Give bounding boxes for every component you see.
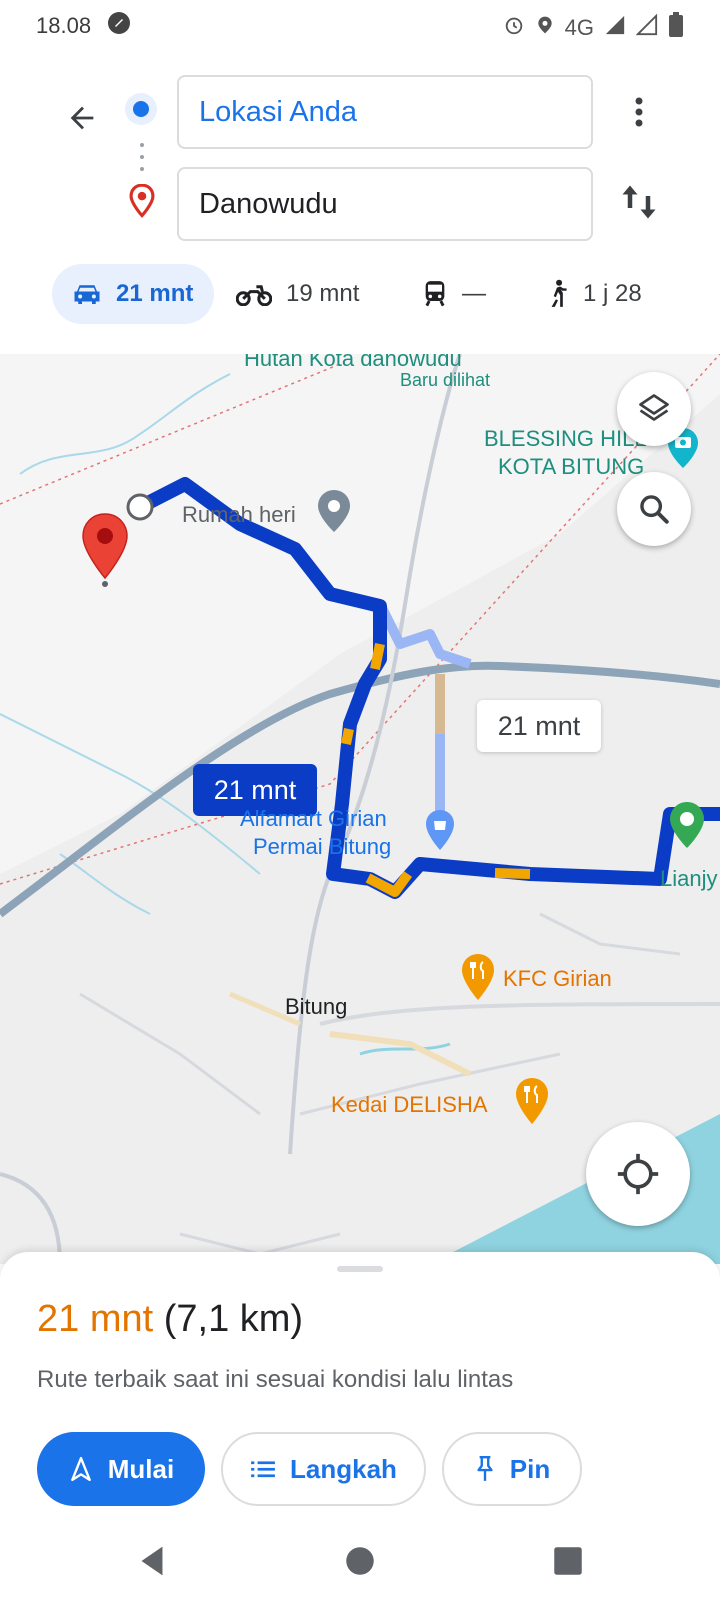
- map-label-bitung[interactable]: Bitung: [285, 994, 347, 1020]
- navigation-arrow-icon: [70, 1456, 91, 1482]
- status-bar: 18.08 4G: [0, 0, 720, 52]
- map-label-kedai[interactable]: Kedai DELISHA: [331, 1092, 488, 1118]
- shopping-poi-icon[interactable]: [424, 808, 456, 859]
- train-icon: [425, 281, 445, 307]
- mode-walk-label: 1 j 28: [583, 280, 642, 307]
- my-location-icon: [617, 1153, 659, 1195]
- start-button-label: Mulai: [107, 1453, 175, 1484]
- pin-button[interactable]: Pin: [442, 1432, 582, 1506]
- mode-motorcycle[interactable]: 19 mnt: [236, 264, 359, 324]
- map-label-baru: Baru dilihat: [400, 370, 491, 390]
- map-label-blessing-1[interactable]: BLESSING HILL: [484, 426, 647, 452]
- route-summary-sheet[interactable]: 21 mnt (7,1 km) Rute terbaik saat ini se…: [0, 1252, 720, 1522]
- app-notification-icon: [107, 11, 131, 41]
- restaurant-poi-icon-kedai[interactable]: [514, 1076, 550, 1133]
- directions-header: Lokasi Anda Danowudu 21 mnt 19 mnt — 1 j…: [0, 52, 720, 354]
- steps-button-label: Langkah: [290, 1453, 397, 1484]
- route-distance: (7,1 km): [163, 1298, 304, 1340]
- location-icon: [535, 14, 555, 42]
- origin-dot-icon: [124, 92, 158, 131]
- restaurant-poi-icon-kfc[interactable]: [460, 952, 496, 1009]
- nav-recents-button[interactable]: [543, 1536, 593, 1586]
- destination-pin-icon: [127, 183, 157, 223]
- pin-button-label: Pin: [509, 1453, 551, 1484]
- map-label-rumah[interactable]: Rumah heri: [182, 502, 296, 528]
- route-summary: 21 mnt (7,1 km): [37, 1298, 303, 1341]
- route-description: Rute terbaik saat ini sesuai kondisi lal…: [37, 1366, 514, 1393]
- steps-button[interactable]: Langkah: [221, 1432, 426, 1506]
- system-nav-bar: [0, 1522, 720, 1600]
- route-connector-dots: [139, 142, 145, 177]
- back-button[interactable]: [56, 92, 108, 144]
- start-button[interactable]: Mulai: [37, 1432, 205, 1506]
- travel-mode-bar: 21 mnt 19 mnt — 1 j 28: [0, 264, 720, 324]
- back-arrow-icon: [70, 106, 94, 130]
- my-location-button[interactable]: [586, 1122, 690, 1226]
- map-label-alfamart-2[interactable]: Permai Bitung: [253, 834, 391, 860]
- more-options-button[interactable]: [617, 90, 661, 134]
- layers-icon: [639, 394, 669, 421]
- signal-empty-icon: [635, 13, 658, 42]
- nav-recents-icon: [554, 1547, 582, 1575]
- mode-car-label: 21 mnt: [116, 280, 194, 307]
- nav-home-icon: [346, 1547, 374, 1575]
- map-label-blessing-2[interactable]: KOTA BITUNG: [498, 454, 644, 480]
- mode-transit-label: —: [462, 280, 486, 307]
- more-vert-icon: [635, 97, 643, 127]
- destination-marker-icon[interactable]: [80, 512, 130, 593]
- search-icon: [640, 495, 669, 524]
- swap-button[interactable]: [614, 177, 664, 227]
- signal-icon: [604, 14, 626, 42]
- mode-motorcycle-label: 19 mnt: [286, 280, 360, 307]
- battery-icon: [668, 12, 684, 44]
- map-label-alfamart-1[interactable]: Alfamart Girian: [240, 806, 387, 832]
- map-search-button[interactable]: [617, 472, 691, 546]
- origin-input[interactable]: Lokasi Anda: [177, 75, 593, 149]
- park-poi-icon[interactable]: [668, 800, 706, 855]
- nav-back-icon: [141, 1546, 163, 1576]
- route-duration: 21 mnt: [37, 1298, 154, 1340]
- list-icon: [251, 1461, 275, 1478]
- pin-icon: [477, 1455, 493, 1481]
- route-time-chip-alt[interactable]: 21 mnt: [477, 700, 601, 752]
- map-label-lianjy[interactable]: Lianjy: [660, 866, 717, 892]
- mode-car[interactable]: 21 mnt: [52, 264, 214, 324]
- map-label-kfc[interactable]: KFC Girian: [503, 966, 612, 992]
- walk-icon: [551, 279, 567, 307]
- place-pin-icon[interactable]: [316, 488, 352, 539]
- layers-button[interactable]: [617, 372, 691, 446]
- mode-transit[interactable]: —: [422, 264, 486, 324]
- status-time: 18.08: [36, 13, 92, 38]
- nav-home-button[interactable]: [335, 1536, 385, 1586]
- alarm-icon: [503, 14, 525, 42]
- destination-input[interactable]: Danowudu: [177, 167, 593, 241]
- nav-back-button[interactable]: [127, 1536, 177, 1586]
- map-view[interactable]: Hutan Kota danowudu Baru dilihat BLESSIN…: [0, 354, 720, 1264]
- car-icon: [74, 285, 100, 304]
- mode-walk[interactable]: 1 j 28: [547, 264, 642, 324]
- motorcycle-icon: [236, 285, 272, 306]
- swap-vert-icon: [622, 185, 656, 219]
- network-type: 4G: [564, 15, 594, 40]
- sheet-drag-handle[interactable]: [337, 1266, 383, 1272]
